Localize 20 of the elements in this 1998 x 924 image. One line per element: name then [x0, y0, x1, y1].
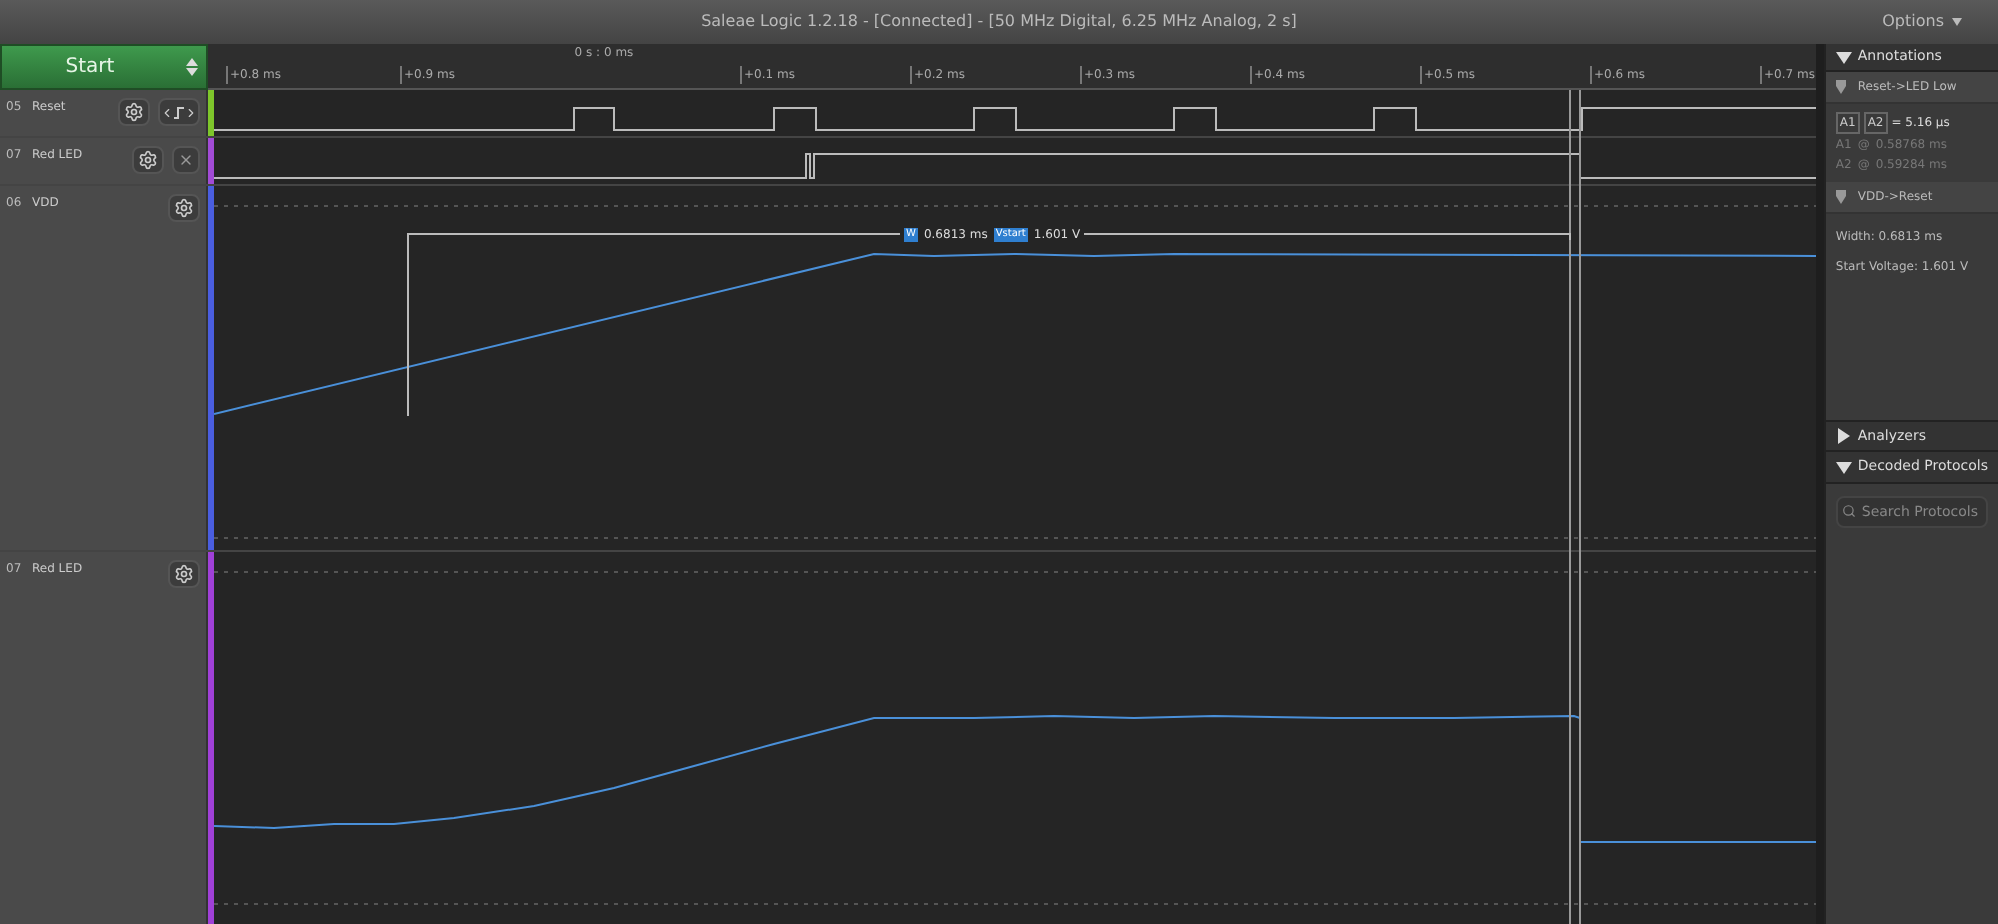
settings-button[interactable] [168, 560, 200, 588]
up-arrow-icon [186, 58, 198, 66]
window-title: Saleae Logic 1.2.18 - [Connected] - [50 MHz Digital, 6.25 MHz Analog, 2 s] [701, 10, 1297, 34]
settings-button[interactable] [168, 194, 200, 222]
rising-edge-icon [174, 105, 184, 119]
search-icon [1841, 504, 1856, 518]
close-button[interactable] [172, 146, 200, 174]
start-button[interactable]: Start [0, 44, 208, 90]
marker-icon [1835, 80, 1846, 94]
collapsed-triangle-icon[interactable] [1835, 428, 1852, 444]
close-icon [178, 152, 194, 168]
trigger-selector[interactable] [158, 98, 200, 126]
marker-icon [1835, 190, 1846, 204]
settings-button[interactable] [132, 146, 164, 174]
caret-icon [1952, 18, 1962, 26]
expanded-triangle-icon[interactable] [1835, 49, 1852, 65]
down-arrow-icon [186, 68, 198, 76]
options-menu[interactable]: Options [1882, 10, 1962, 34]
settings-button[interactable] [118, 98, 150, 126]
expanded-triangle-icon[interactable] [1835, 459, 1852, 475]
